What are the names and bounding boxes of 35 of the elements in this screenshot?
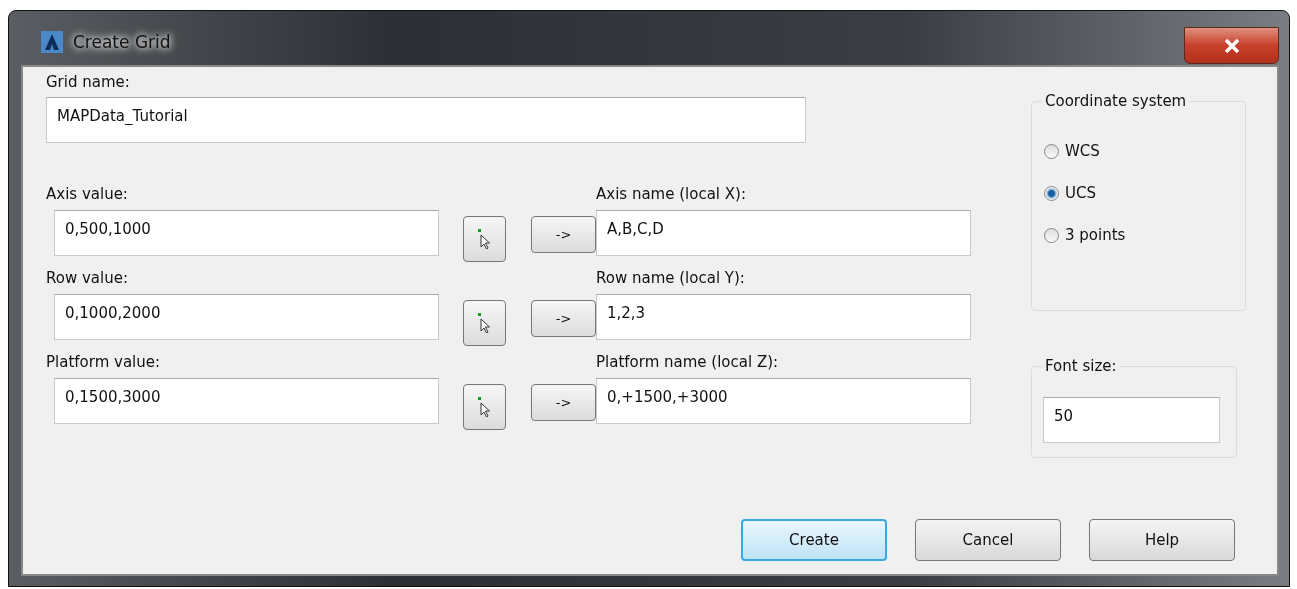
pick-point-button[interactable] xyxy=(463,384,506,430)
font-size-field[interactable]: 50 xyxy=(1043,397,1220,443)
pick-point-icon xyxy=(477,397,492,417)
name-field[interactable]: 1,2,3 xyxy=(596,294,971,340)
field-label: Axis value: xyxy=(46,185,129,203)
name-field[interactable]: 0,+1500,+3000 xyxy=(596,378,971,424)
copy-button[interactable]: -> xyxy=(531,300,596,337)
group-title: Coordinate system xyxy=(1042,92,1190,110)
pick-point-icon xyxy=(477,313,492,333)
value-field[interactable]: 0,1500,3000 xyxy=(54,378,439,424)
value-field[interactable]: 0,1000,2000 xyxy=(54,294,439,340)
field-label: Platform name (local Z): xyxy=(596,353,780,371)
radio-option[interactable]: WCS xyxy=(1044,130,1245,172)
copy-button[interactable]: -> xyxy=(531,384,596,421)
field-label: Row name (local Y): xyxy=(596,269,746,287)
close-button[interactable] xyxy=(1184,27,1279,64)
dialog-button[interactable]: Cancel xyxy=(915,519,1061,561)
radio-option[interactable]: 3 points xyxy=(1044,214,1245,256)
pick-point-button[interactable] xyxy=(463,216,506,262)
pick-point-button[interactable] xyxy=(463,300,506,346)
dialog-button[interactable]: Help xyxy=(1089,519,1235,561)
pick-point-icon xyxy=(477,229,492,249)
grid-name-field[interactable]: MAPData_Tutorial xyxy=(46,97,806,143)
app-logo-icon xyxy=(41,31,63,53)
field-label: Grid name: xyxy=(46,73,131,91)
name-field[interactable]: A,B,C,D xyxy=(596,210,971,256)
field-label: Platform value: xyxy=(46,353,162,371)
window-title: Create Grid xyxy=(73,32,171,52)
value-field[interactable]: 0,500,1000 xyxy=(54,210,439,256)
copy-button[interactable]: -> xyxy=(531,216,596,253)
field-label: Row value: xyxy=(46,269,129,287)
dialog-button[interactable]: Create xyxy=(741,519,887,561)
field-label: Axis name (local X): xyxy=(596,185,747,203)
close-icon xyxy=(1223,38,1240,53)
radio-option[interactable]: UCS xyxy=(1044,172,1245,214)
